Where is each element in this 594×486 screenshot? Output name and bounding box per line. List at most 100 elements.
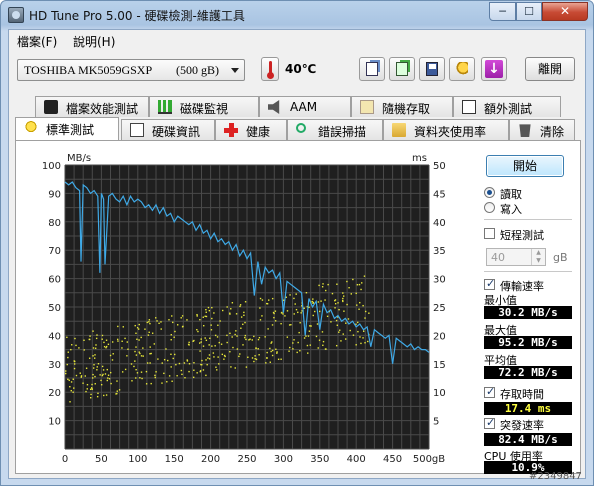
access-time-point <box>155 317 157 319</box>
checkbox-box <box>484 228 495 239</box>
access-time-point <box>117 325 119 328</box>
access-time-point <box>327 283 329 286</box>
access-time-point <box>100 383 103 386</box>
read-radio[interactable]: 讀取 <box>484 186 574 201</box>
disk-monitor-icon <box>158 100 172 114</box>
access-time-point <box>274 320 277 322</box>
access-time-point <box>297 341 299 344</box>
exit-button[interactable]: 離開 <box>525 57 575 81</box>
read-label: 讀取 <box>500 188 522 201</box>
transfer-rate-checkbox[interactable]: 傳輸速率 <box>484 277 576 293</box>
access-time-point <box>111 359 114 361</box>
client-area: 檔案(F) 說明(H) TOSHIBA MK5059GSXP (500 gB) … <box>8 29 586 479</box>
access-time-point <box>149 322 151 325</box>
access-time-point <box>106 368 108 371</box>
access-time-point <box>322 340 325 343</box>
access-time-point <box>79 372 81 374</box>
access-time-point <box>105 339 108 341</box>
access-time-point <box>221 353 224 356</box>
access-time-point <box>235 330 237 332</box>
tab-label: 額外測試 <box>484 102 533 116</box>
spin-down-icon[interactable]: ▼ <box>531 257 545 265</box>
drive-dropdown[interactable]: TOSHIBA MK5059GSXP (500 gB) <box>17 59 245 81</box>
menu-help[interactable]: 說明(H) <box>73 33 115 50</box>
tab-disk-monitor[interactable]: 磁碟監視 <box>149 96 259 117</box>
access-time-point <box>91 387 93 389</box>
access-time-point <box>239 304 242 306</box>
access-time-point <box>226 334 228 337</box>
burst-rate-checkbox[interactable]: 突發速率 <box>484 416 576 432</box>
access-time-point <box>142 347 144 349</box>
access-time-point <box>274 310 277 312</box>
options-button[interactable] <box>449 57 475 81</box>
access-time-point <box>311 300 314 303</box>
access-time-point <box>121 340 123 342</box>
tab-file-benchmark[interactable]: 檔案效能測試 <box>35 96 149 117</box>
access-time-point <box>254 355 256 357</box>
tab-extra-tests[interactable]: 額外測試 <box>453 96 561 117</box>
access-time-point <box>218 363 220 365</box>
minimize-button[interactable]: ─ <box>489 2 516 21</box>
access-time-point <box>94 347 97 349</box>
radio-dot <box>484 187 495 198</box>
access-time-point <box>259 307 261 309</box>
tab-folder-usage[interactable]: 資料夾使用率 <box>383 119 509 140</box>
access-time-point <box>196 328 198 331</box>
access-time-point <box>269 361 272 363</box>
access-time-point <box>223 358 225 360</box>
save-button[interactable] <box>419 57 445 81</box>
access-time-point <box>94 375 96 378</box>
y-left-tick-label: 20 <box>48 388 61 399</box>
access-time-point <box>142 355 144 357</box>
tab-erase[interactable]: 清除 <box>509 119 575 140</box>
access-time-label: 存取時間 <box>500 388 544 401</box>
tab-error-scan[interactable]: 錯誤掃描 <box>287 119 383 140</box>
tab-info[interactable]: 硬碟資訊 <box>121 119 215 140</box>
access-time-point <box>178 362 181 365</box>
access-time-point <box>188 344 190 346</box>
tab-health[interactable]: 健康 <box>215 119 287 140</box>
access-time-point <box>294 303 296 305</box>
access-time-point <box>139 377 141 379</box>
menu-file[interactable]: 檔案(F) <box>17 33 57 50</box>
maximize-button[interactable]: ☐ <box>516 2 542 21</box>
start-button[interactable]: 開始 <box>486 155 564 177</box>
title-bar[interactable]: HD Tune Pro 5.00 - 硬碟檢測-維護工具 ─ ☐ ✕ <box>1 1 593 29</box>
access-time-point <box>272 311 275 314</box>
access-time-point <box>89 388 92 391</box>
random-access-icon <box>360 100 374 114</box>
short-test-size-input[interactable]: 40 ▲ ▼ <box>486 248 546 266</box>
access-time-point <box>208 354 211 356</box>
tab-aam[interactable]: AAM <box>259 96 351 117</box>
bulb-icon <box>24 121 38 135</box>
access-time-point <box>186 360 189 362</box>
write-radio[interactable]: 寫入 <box>484 201 574 216</box>
tab-random-access[interactable]: 隨機存取 <box>351 96 453 117</box>
short-test-value: 40 <box>491 251 505 264</box>
y-left-axis-label: MB/s <box>67 153 91 164</box>
access-time-point <box>93 357 96 359</box>
access-time-point <box>334 303 337 305</box>
access-time-point <box>220 343 223 345</box>
access-time-point <box>276 352 278 354</box>
access-time-point <box>259 319 262 321</box>
access-time-point <box>75 344 77 347</box>
access-time-point <box>148 321 150 323</box>
tab-benchmark[interactable]: 標準測試 <box>15 117 119 140</box>
download-button[interactable]: ↓ <box>481 57 507 81</box>
copy-screenshot-icon <box>396 62 408 76</box>
access-time-point <box>149 362 151 364</box>
short-test-checkbox[interactable]: 短程測試 <box>484 227 576 242</box>
access-time-point <box>174 330 176 333</box>
access-time-point <box>135 332 137 334</box>
copy-screenshot-button[interactable] <box>389 57 415 81</box>
access-time-point <box>106 379 108 382</box>
access-time-point <box>103 394 105 397</box>
spin-up-icon[interactable]: ▲ <box>531 249 545 257</box>
access-time-point <box>121 347 123 349</box>
access-time-checkbox[interactable]: 存取時間 <box>484 385 576 401</box>
close-button[interactable]: ✕ <box>542 2 588 21</box>
access-time-point <box>205 315 208 318</box>
copy-text-button[interactable] <box>359 57 385 81</box>
access-time-point <box>357 330 359 333</box>
